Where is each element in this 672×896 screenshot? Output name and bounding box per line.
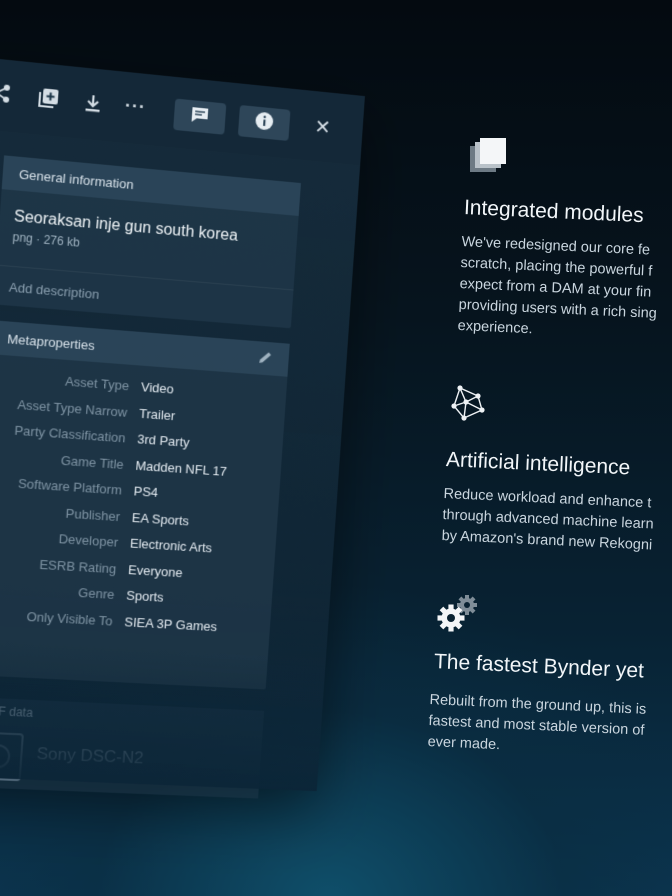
comments-button[interactable] (173, 98, 227, 135)
edit-pencil-icon[interactable] (257, 349, 274, 369)
metaproperty-value: 3rd Party (136, 431, 191, 450)
metaproperties-title: Metaproperties (6, 330, 96, 353)
metaproperty-value: PS4 (133, 483, 159, 500)
asset-toolbar: ··· ✕ (0, 55, 365, 166)
close-icon[interactable]: ✕ (314, 114, 332, 140)
metaproperty-label: Genre (77, 585, 115, 602)
info-button[interactable] (237, 104, 291, 141)
info-icon (254, 110, 275, 136)
feature-body-artificial-intelligence: Reduce workload and enhance t through ad… (441, 485, 654, 554)
general-information-card: General information Seoraksan inje gun s… (0, 155, 301, 330)
gears-icon (436, 592, 484, 639)
metaproperty-label: Asset Type (64, 373, 130, 394)
metaproperties-header: Metaproperties (0, 320, 290, 377)
metaproperty-label: Developer (58, 531, 119, 550)
feature-body-integrated-modules: We've redesigned our core fe scratch, pl… (457, 233, 658, 338)
stacked-layers-icon (468, 136, 512, 181)
comments-icon (189, 104, 210, 128)
add-to-collection-icon[interactable] (38, 87, 60, 109)
share-icon[interactable] (0, 82, 11, 104)
exif-camera-model: Sony DSC-N2 (36, 744, 145, 768)
metaproperty-label: Publisher (65, 505, 121, 524)
metaproperty-value: Everyone (127, 561, 184, 580)
metaproperties-card: Metaproperties Asset Type Video Asset Type… (0, 320, 290, 690)
neural-network-icon (448, 384, 490, 431)
exif-header: EXIF data (0, 703, 34, 720)
feature-body-fastest-bynder: Rebuilt from the ground up, this is fast… (427, 691, 647, 754)
metaproperty-label: Game Title (60, 452, 125, 472)
metaproperty-value: Video (140, 379, 175, 397)
camera-icon (0, 731, 24, 782)
metaproperty-value: Sports (125, 587, 165, 605)
download-icon[interactable] (84, 94, 101, 113)
metaproperty-label: ESRB Rating (38, 556, 117, 576)
metaproperty-value: EA Sports (131, 509, 190, 528)
asset-panel-wrapper: ··· ✕ General information Seoraksan inje… (0, 0, 672, 896)
exif-card: EXIF data Sony DSC-N2 (0, 696, 265, 799)
asset-detail-panel: ··· ✕ General information Seoraksan inje… (0, 55, 365, 799)
more-icon[interactable]: ··· (124, 96, 146, 119)
description-input[interactable]: Add description (0, 264, 294, 330)
metaproperty-value: Trailer (138, 405, 176, 423)
